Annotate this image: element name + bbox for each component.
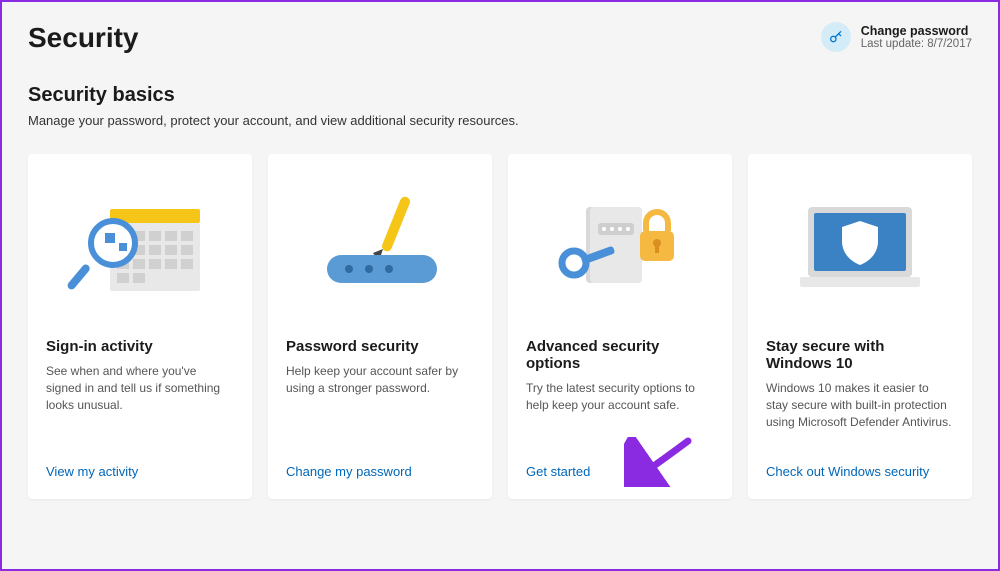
card-description: Try the latest security options to help … (526, 380, 714, 444)
card-title: Password security (286, 338, 474, 355)
card-advanced-security: Advanced security options Try the latest… (508, 154, 732, 499)
card-password-security: Password security Help keep your account… (268, 154, 492, 499)
password-security-illustration (286, 172, 474, 322)
card-signin-activity: Sign-in activity See when and where you'… (28, 154, 252, 499)
card-description: Windows 10 makes it easier to stay secur… (766, 380, 954, 444)
view-my-activity-link[interactable]: View my activity (46, 464, 234, 479)
change-password-summary[interactable]: Change password Last update: 8/7/2017 (821, 22, 972, 52)
card-windows-security: Stay secure with Windows 10 Windows 10 m… (748, 154, 972, 499)
page-title: Security (28, 22, 139, 54)
change-password-text: Change password Last update: 8/7/2017 (861, 24, 972, 50)
change-password-subtitle: Last update: 8/7/2017 (861, 38, 972, 50)
windows-security-link[interactable]: Check out Windows security (766, 464, 954, 479)
windows-security-illustration (766, 172, 954, 322)
card-title: Stay secure with Windows 10 (766, 338, 954, 372)
change-my-password-link[interactable]: Change my password (286, 464, 474, 479)
card-title: Sign-in activity (46, 338, 234, 355)
section-title: Security basics (28, 84, 972, 107)
card-title: Advanced security options (526, 338, 714, 372)
advanced-security-illustration (526, 172, 714, 322)
page-header: Security Change password Last update: 8/… (28, 22, 972, 54)
get-started-link[interactable]: Get started (526, 464, 714, 479)
cards-container: Sign-in activity See when and where you'… (28, 154, 972, 499)
change-password-title: Change password (861, 24, 972, 38)
card-description: See when and where you've signed in and … (46, 363, 234, 444)
key-icon (821, 22, 851, 52)
section-description: Manage your password, protect your accou… (28, 113, 972, 128)
card-description: Help keep your account safer by using a … (286, 363, 474, 444)
annotation-arrow-icon (624, 437, 694, 487)
signin-activity-illustration (46, 172, 234, 322)
